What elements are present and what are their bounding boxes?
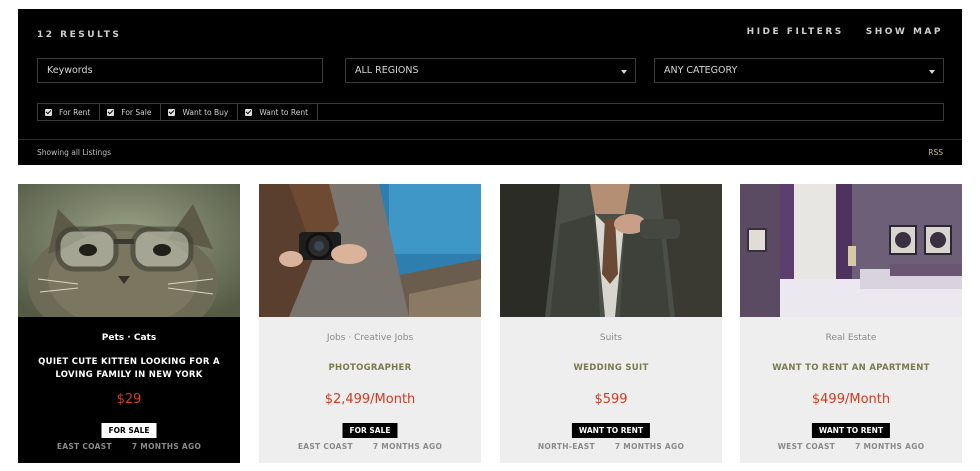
keywords-input-value: Keywords bbox=[47, 65, 93, 76]
listing-categories: Real Estate bbox=[825, 333, 877, 343]
listing-title[interactable]: WEDDING SUIT bbox=[514, 362, 708, 375]
regions-select[interactable]: ALL REGIONS bbox=[345, 58, 636, 83]
listing-card[interactable]: Jobs · Creative Jobs PHOTOGRAPHER $2,499… bbox=[259, 184, 481, 463]
keywords-input[interactable]: Keywords bbox=[37, 58, 323, 83]
listing-type-checkboxes: For Rent For Sale Want to Buy Want to Re… bbox=[37, 103, 944, 121]
listing-image-apartment[interactable] bbox=[740, 184, 962, 317]
listing-price: $599 bbox=[594, 392, 628, 407]
listing-categories: Jobs · Creative Jobs bbox=[326, 333, 414, 343]
listing-type-badge: WANT TO RENT bbox=[811, 423, 891, 438]
checkbox-label: For Rent bbox=[59, 107, 91, 117]
checkbox-for-sale[interactable]: For Sale bbox=[100, 104, 162, 120]
listing-age: 7 MONTHS AGO bbox=[614, 442, 685, 451]
listing-categories: Pets · Cats bbox=[101, 333, 157, 343]
listing-age: 7 MONTHS AGO bbox=[131, 442, 202, 451]
listing-region: EAST COAST bbox=[297, 442, 353, 451]
show-map-link[interactable]: SHOW MAP bbox=[866, 27, 943, 37]
listing-image-kitten[interactable] bbox=[18, 184, 240, 317]
rss-link[interactable]: RSS bbox=[928, 148, 943, 157]
listing-region: NORTH-EAST bbox=[537, 442, 595, 451]
listing-type-badge: FOR SALE bbox=[101, 423, 157, 438]
listing-type-badge: WANT TO RENT bbox=[571, 423, 651, 438]
checkbox-label: Want to Buy bbox=[182, 107, 229, 117]
listing-title[interactable]: PHOTOGRAPHER bbox=[273, 362, 467, 375]
listing-region: EAST COAST bbox=[56, 442, 112, 451]
divider bbox=[18, 139, 962, 140]
results-count: 12 RESULTS bbox=[37, 30, 122, 40]
listing-card[interactable]: Real Estate WANT TO RENT AN APARTMENT $4… bbox=[740, 184, 962, 463]
listing-age: 7 MONTHS AGO bbox=[855, 442, 925, 451]
checkbox-checked-icon bbox=[107, 108, 115, 116]
filter-panel: 12 RESULTS HIDE FILTERS SHOW MAP Keyword… bbox=[18, 9, 962, 165]
listing-categories: Suits bbox=[599, 333, 623, 343]
listing-card[interactable]: Pets · Cats QUIET CUTE KITTEN LOOKING FO… bbox=[18, 184, 240, 463]
checkbox-checked-icon bbox=[45, 108, 52, 116]
checkbox-want-to-rent[interactable]: Want to Rent bbox=[238, 104, 319, 120]
listing-price: $499/Month bbox=[811, 392, 891, 407]
showing-text: Showing all Listings bbox=[37, 148, 111, 157]
listing-region: WEST COAST bbox=[777, 442, 836, 451]
top-links: HIDE FILTERS SHOW MAP bbox=[747, 27, 943, 37]
checkbox-label: Want to Rent bbox=[259, 107, 309, 117]
listing-meta: NORTH-EAST 7 MONTHS AGO bbox=[500, 442, 722, 451]
hide-filters-link[interactable]: HIDE FILTERS bbox=[747, 27, 844, 37]
category-select[interactable]: ANY CATEGORY bbox=[654, 58, 944, 83]
listing-card[interactable]: Suits WEDDING SUIT $599 WANT TO RENT NOR… bbox=[500, 184, 722, 463]
listing-meta: WEST COAST 7 MONTHS AGO bbox=[740, 442, 962, 451]
checkbox-checked-icon bbox=[245, 108, 253, 116]
checkbox-for-rent[interactable]: For Rent bbox=[38, 104, 101, 120]
listing-age: 7 MONTHS AGO bbox=[372, 442, 443, 451]
listing-title[interactable]: QUIET CUTE KITTEN LOOKING FOR A LOVING F… bbox=[32, 356, 226, 382]
listing-image-photographer[interactable] bbox=[259, 184, 481, 317]
category-select-value: ANY CATEGORY bbox=[664, 65, 738, 76]
chevron-down-icon bbox=[929, 70, 935, 74]
listing-title[interactable]: WANT TO RENT AN APARTMENT bbox=[754, 362, 948, 375]
listing-meta: EAST COAST 7 MONTHS AGO bbox=[18, 442, 240, 451]
listing-meta: EAST COAST 7 MONTHS AGO bbox=[259, 442, 481, 451]
listing-price: $2,499/Month bbox=[324, 392, 416, 407]
listing-image-suit[interactable] bbox=[500, 184, 722, 317]
listing-type-badge: FOR SALE bbox=[342, 423, 398, 438]
checkbox-checked-icon bbox=[168, 108, 176, 116]
regions-select-value: ALL REGIONS bbox=[355, 65, 419, 76]
listing-price: $29 bbox=[116, 392, 142, 407]
chevron-down-icon bbox=[621, 70, 627, 74]
checkbox-label: For Sale bbox=[121, 107, 152, 117]
checkbox-want-to-buy[interactable]: Want to Buy bbox=[161, 104, 239, 120]
